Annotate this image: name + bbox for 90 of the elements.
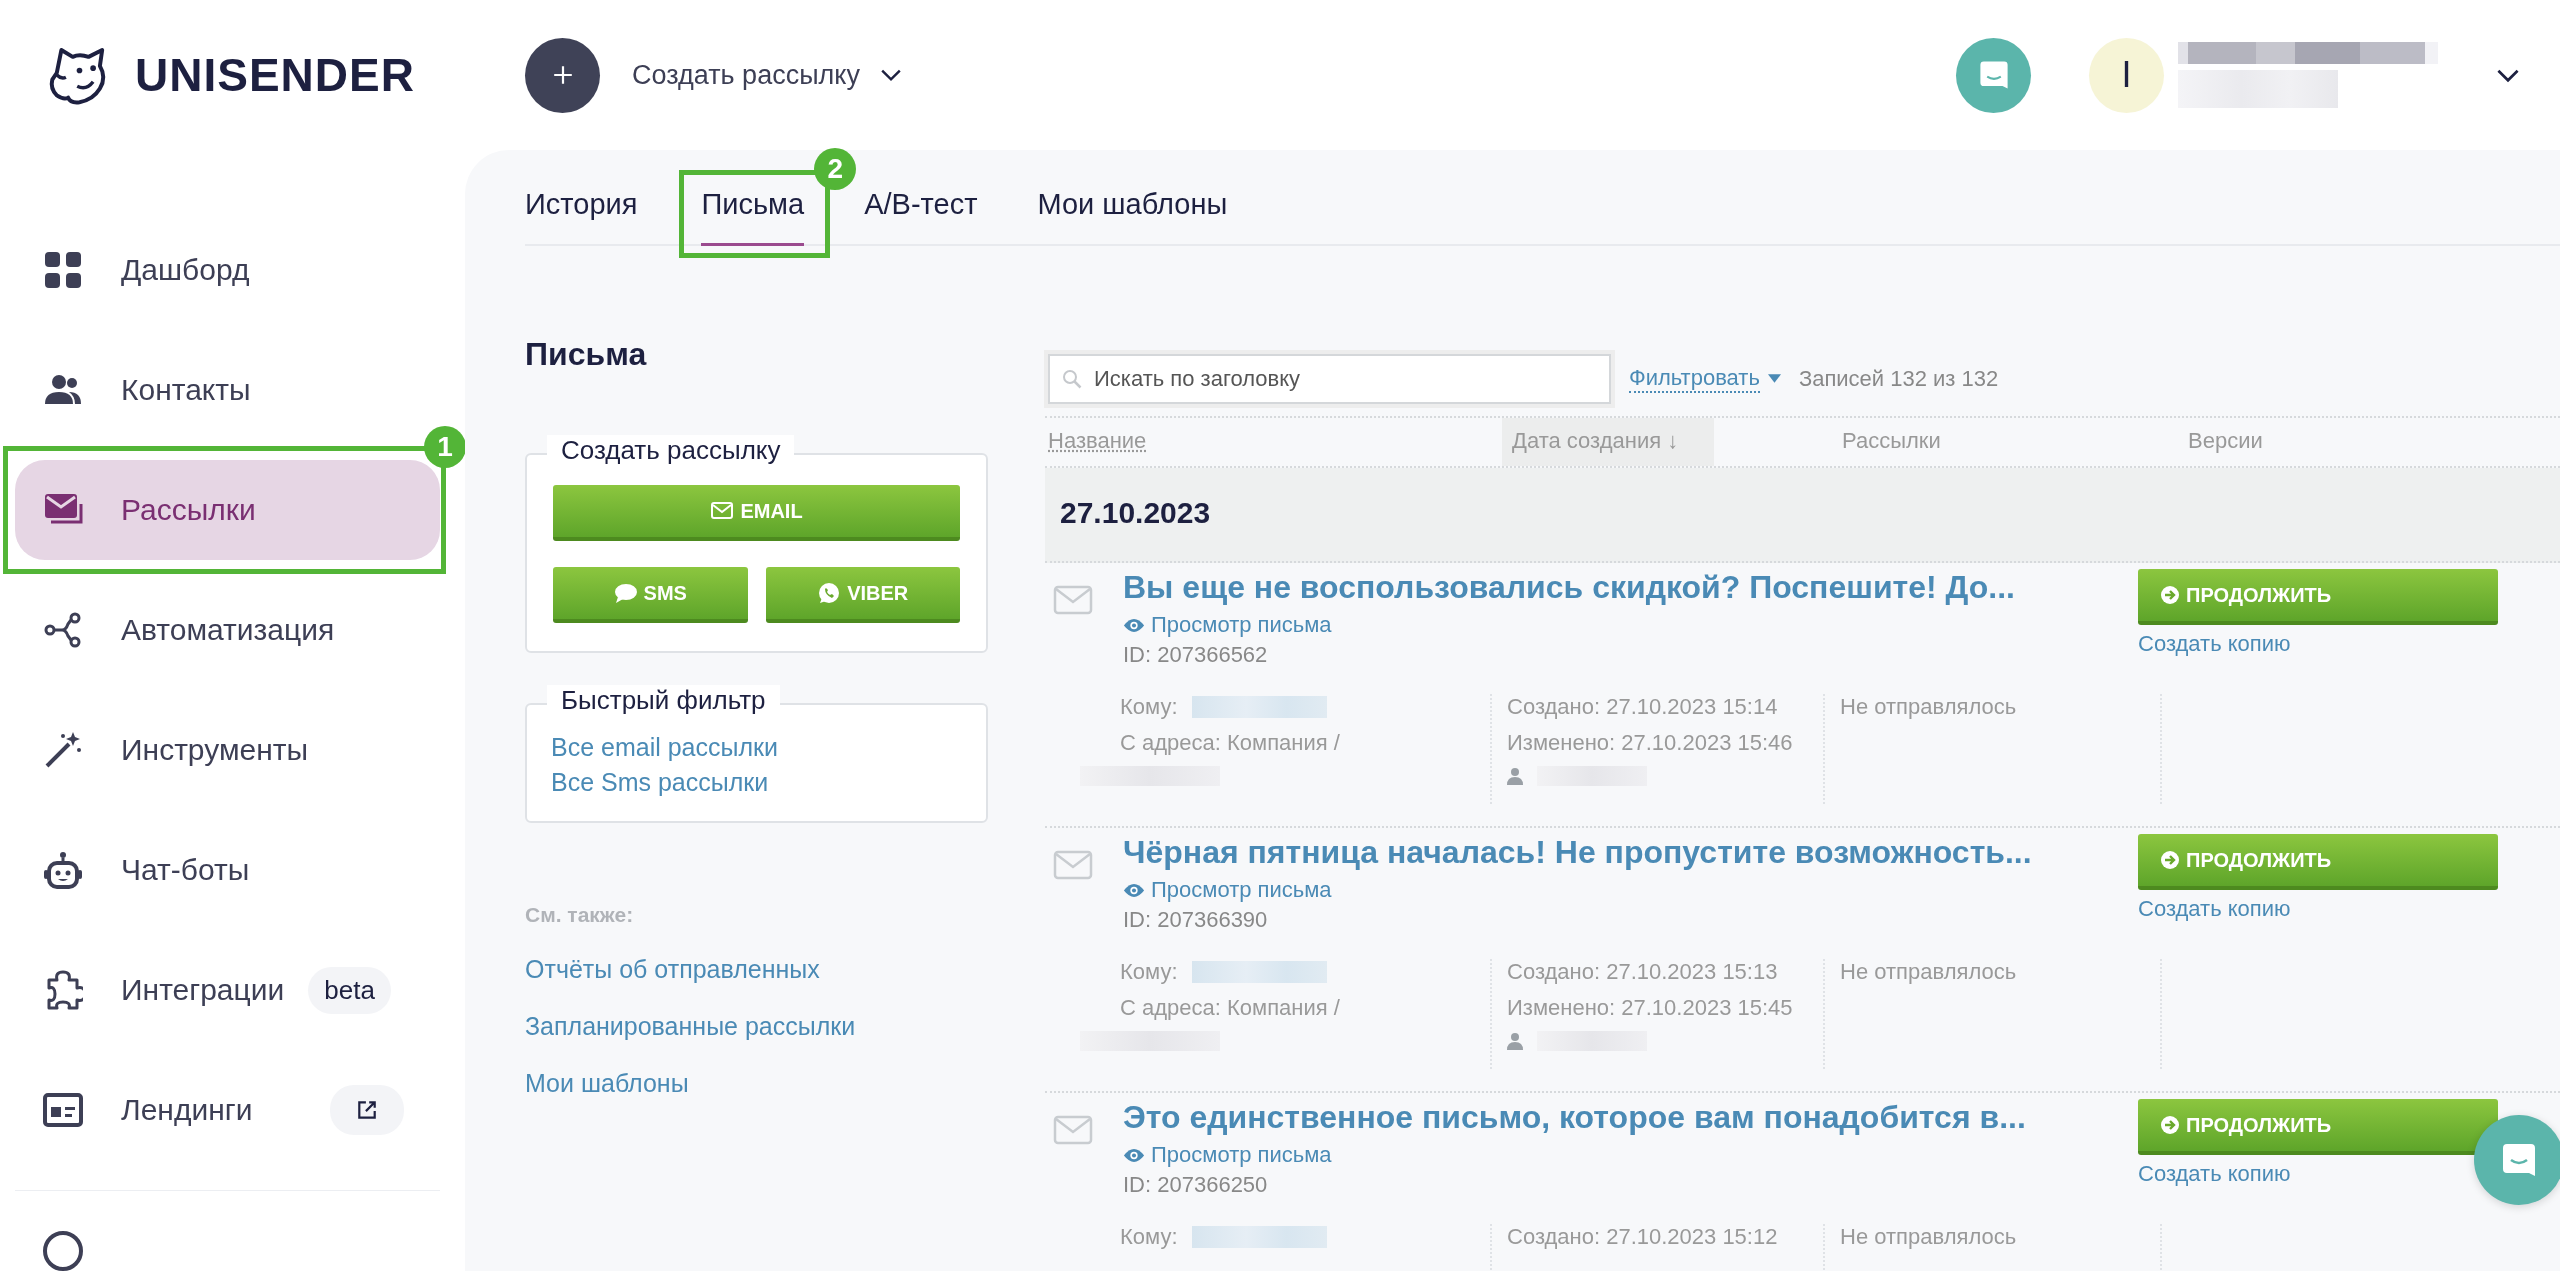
- viber-button[interactable]: VIBER: [765, 567, 960, 623]
- record-count: Записей 132 из 132: [1798, 365, 1999, 392]
- panel-legend: Быстрый фильтр: [547, 685, 780, 716]
- filter-link[interactable]: Все Sms рассылки: [551, 768, 962, 797]
- send-status: Не отправлялось: [1840, 1224, 2018, 1250]
- chevron-down-icon: [2496, 67, 2520, 83]
- sidebar-item[interactable]: Автоматизация: [15, 580, 440, 680]
- filter-dropdown[interactable]: Фильтровать: [1629, 364, 1781, 393]
- envelope-icon: [1053, 585, 1093, 615]
- sms-button[interactable]: SMS: [553, 567, 748, 623]
- continue-button[interactable]: ПРОДОЛЖИТЬ: [2138, 1099, 2498, 1155]
- magic-wand-icon: [43, 730, 83, 770]
- eye-icon: [1123, 1147, 1145, 1163]
- arrow-circle-icon: [2160, 850, 2180, 870]
- letter-id: ID: 207366390: [1123, 907, 1269, 933]
- letter-title-link[interactable]: Это единственное письмо, которое вам понадобится в...: [1123, 1099, 2123, 1136]
- step-number: 2: [814, 148, 857, 190]
- sidebar-item[interactable]: Дашборд: [15, 220, 440, 320]
- created-date: Создано: 27.10.2023 15:13: [1507, 959, 1779, 985]
- letter-title-link[interactable]: Вы еще не воспользовались скидкой? Поспешите! До...: [1123, 569, 2123, 606]
- envelope-icon: [1053, 850, 1093, 880]
- sidebar-item[interactable]: Инструменты: [15, 700, 440, 800]
- user-icon: [1507, 767, 1523, 785]
- column-header[interactable]: Рассылки: [1714, 418, 2185, 466]
- circle-icon: [43, 1231, 83, 1271]
- send-status: Не отправлялось: [1840, 694, 2018, 720]
- see-also-link[interactable]: Мои шаблоны: [525, 1069, 988, 1098]
- recipient-label: Кому:: [1120, 1224, 1178, 1250]
- beta-badge: beta: [308, 966, 391, 1014]
- see-also-label: См. также:: [525, 903, 635, 927]
- speech-bubble-icon: [613, 582, 638, 604]
- chevron-down-icon: [879, 68, 902, 82]
- eye-icon: [1123, 882, 1145, 898]
- created-date: Создано: 27.10.2023 15:14: [1507, 694, 1779, 720]
- avatar[interactable]: I: [2089, 37, 2164, 113]
- tab[interactable]: Мои шаблоны: [1037, 188, 1228, 246]
- modified-date: Изменено: 27.10.2023 15:45: [1507, 995, 1794, 1021]
- copy-link[interactable]: Создать копию: [2138, 896, 2291, 922]
- step-number: 1: [424, 426, 465, 468]
- sidebar-item[interactable]: Чат-боты: [15, 820, 440, 920]
- sidebar-item[interactable]: Лендинги: [15, 1060, 440, 1160]
- preview-link[interactable]: Просмотр письма: [1123, 612, 2123, 638]
- continue-button[interactable]: ПРОДОЛЖИТЬ: [2138, 569, 2498, 625]
- caret-down-icon: [1767, 374, 1781, 383]
- recipient-label: Кому:: [1120, 694, 1178, 720]
- phone-bubble-icon: [817, 582, 842, 604]
- sender-label: С адреса: Компания /: [1120, 995, 1341, 1021]
- plus-icon: [551, 64, 574, 86]
- arrow-circle-icon: [2160, 1115, 2180, 1135]
- sidebar-item[interactable]: Интеграции beta: [15, 940, 440, 1040]
- tab[interactable]: Письма: [701, 188, 805, 246]
- external-link-icon: [356, 1099, 379, 1121]
- nodes-icon: [43, 610, 83, 650]
- letter-id: ID: 207366562: [1123, 642, 1269, 668]
- create-campaign-dropdown[interactable]: Создать рассылку: [628, 55, 906, 95]
- robot-icon: [43, 850, 83, 890]
- continue-button[interactable]: ПРОДОЛЖИТЬ: [2138, 834, 2498, 890]
- modified-date: Изменено: 27.10.2023 15:46: [1507, 730, 1794, 756]
- envelope-icon: [710, 500, 735, 522]
- copy-link[interactable]: Создать копию: [2138, 631, 2291, 657]
- letter-id: ID: 207366250: [1123, 1172, 1269, 1198]
- sender-label: С адреса: Компания /: [1120, 730, 1341, 756]
- created-date: Создано: 27.10.2023 15:12: [1507, 1224, 1779, 1250]
- letter-title-link[interactable]: Чёрная пятница началась! Не пропустите возможность...: [1123, 834, 2123, 871]
- filter-link[interactable]: Все email рассылки: [551, 733, 962, 762]
- email-button[interactable]: EMAIL: [553, 485, 960, 541]
- tab[interactable]: А/В-тест: [864, 188, 978, 246]
- user-icon: [1507, 1032, 1523, 1050]
- column-header[interactable]: Название: [1045, 418, 1502, 466]
- copy-link[interactable]: Создать копию: [2138, 1161, 2291, 1187]
- date-group-header: 27.10.2023: [1045, 468, 2560, 563]
- envelope-icon: [1053, 1115, 1093, 1145]
- arrow-circle-icon: [2160, 585, 2180, 605]
- preview-link[interactable]: Просмотр письма: [1123, 877, 2123, 903]
- browser-window-icon: [43, 1090, 83, 1130]
- search-icon: [1062, 368, 1082, 389]
- grid-icon: [43, 250, 83, 290]
- logo-text: UNISENDER: [135, 48, 415, 102]
- column-header[interactable]: Версии: [2185, 418, 2266, 466]
- tab[interactable]: История: [525, 188, 638, 246]
- see-also-link[interactable]: Отчёты об отправленных: [525, 955, 988, 984]
- sidebar-item[interactable]: Рассылки: [15, 460, 440, 560]
- column-header[interactable]: Дата создания ↓: [1502, 418, 1714, 466]
- see-also-link[interactable]: Запланированные рассылки: [525, 1012, 988, 1041]
- send-status: Не отправлялось: [1840, 959, 2018, 985]
- preview-link[interactable]: Просмотр письма: [1123, 1142, 2123, 1168]
- eye-icon: [1123, 617, 1145, 633]
- recipient-label: Кому:: [1120, 959, 1178, 985]
- panel-legend: Создать рассылку: [547, 435, 795, 466]
- section-title: Письма: [525, 336, 648, 373]
